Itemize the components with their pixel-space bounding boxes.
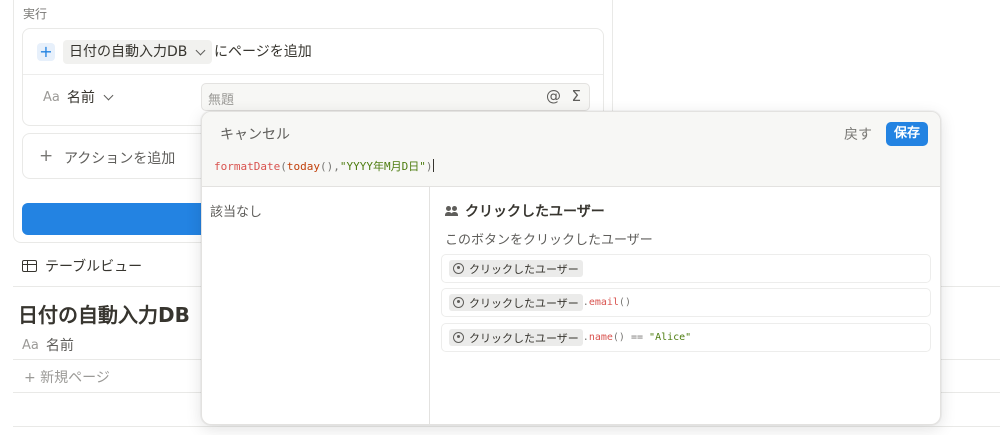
user-icon	[453, 297, 464, 308]
title-input[interactable]: 無題 @ Σ	[201, 83, 590, 111]
plus-icon[interactable]: +	[37, 43, 55, 61]
section-label: 実行	[23, 7, 48, 21]
column-header-label: 名前	[45, 338, 74, 354]
add-page-text: にページを追加	[214, 44, 312, 60]
new-page-button[interactable]: + 新規ページ	[24, 367, 110, 387]
table-icon	[22, 260, 37, 272]
database-title: 日付の自動入力DB	[18, 303, 190, 327]
formula-token: formatDate	[214, 160, 281, 173]
formula-icon[interactable]: Σ	[572, 87, 581, 105]
example-code: .name() == "Alice"	[583, 332, 691, 343]
cancel-button[interactable]: キャンセル	[220, 124, 290, 144]
detail-title-label: クリックしたユーザー	[465, 204, 605, 220]
example-row[interactable]: クリックしたユーザー .name() == "Alice"	[441, 323, 931, 352]
suggestion-detail: クリックしたユーザー このボタンをクリックしたユーザー クリックしたユーザー ク…	[431, 187, 940, 424]
formula-token: (	[280, 160, 287, 173]
column-header-name[interactable]: Aa 名前	[22, 335, 74, 355]
suggestion-list: 該当なし	[202, 187, 430, 424]
detail-description: このボタンをクリックしたユーザー	[445, 233, 653, 248]
user-chip-label: クリックしたユーザー	[469, 296, 579, 310]
code-token: "Alice"	[649, 332, 692, 343]
user-chip: クリックしたユーザー	[449, 260, 583, 277]
add-action-label: アクションを追加	[64, 151, 176, 167]
database-select-label: 日付の自動入力DB	[69, 44, 188, 60]
no-match-text: 該当なし	[210, 205, 263, 220]
formula-input[interactable]: formatDate(today(),"YYYY年M月D日")	[214, 158, 435, 174]
user-icon	[453, 332, 464, 343]
example-code: .email()	[583, 297, 631, 308]
divider	[13, 426, 1000, 427]
user-chip-label: クリックしたユーザー	[469, 262, 579, 276]
user-chip: クリックしたユーザー	[449, 294, 583, 311]
code-token: ()	[618, 297, 631, 308]
chevron-down-icon	[195, 45, 206, 55]
property-name-label: 名前	[66, 90, 95, 106]
formula-token: (),	[319, 160, 340, 173]
database-select[interactable]: 日付の自動入力DB	[63, 40, 213, 64]
user-chip: クリックしたユーザー	[449, 329, 583, 346]
code-token: email	[588, 297, 619, 308]
formula-editor-popup: キャンセル 戻す 保存 formatDate(today(),"YYYY年M月D…	[201, 111, 941, 425]
mention-icon[interactable]: @	[546, 87, 561, 105]
code-token: name	[588, 332, 613, 343]
user-chip-label: クリックしたユーザー	[469, 331, 579, 345]
formula-editor-header: キャンセル 戻す 保存 formatDate(today(),"YYYY年M月D…	[202, 112, 940, 187]
code-token: ==	[624, 332, 650, 343]
save-button[interactable]: 保存	[885, 122, 928, 146]
formula-token: )	[425, 160, 433, 173]
example-row[interactable]: クリックしたユーザー .email()	[441, 288, 931, 317]
text-type-icon: Aa	[22, 337, 39, 353]
text-caret	[433, 159, 435, 172]
title-placeholder: 無題	[208, 93, 235, 108]
detail-title: クリックしたユーザー	[445, 201, 605, 221]
tab-table-view[interactable]: テーブルビュー	[22, 256, 142, 276]
back-button[interactable]: 戻す	[844, 124, 872, 144]
chevron-down-icon	[103, 90, 114, 100]
user-icon	[453, 263, 464, 274]
tab-table-view-label: テーブルビュー	[45, 259, 143, 275]
action-header-row: + 日付の自動入力DB にページを追加	[23, 29, 603, 75]
property-name-select[interactable]: Aa 名前	[43, 87, 114, 107]
example-row[interactable]: クリックしたユーザー	[441, 254, 931, 283]
plus-icon: +	[39, 146, 54, 166]
formula-token: "YYYY年M月D日"	[339, 160, 426, 173]
formula-token: today	[286, 160, 320, 173]
people-icon	[445, 205, 459, 217]
text-type-icon: Aa	[43, 89, 60, 105]
code-token: ()	[612, 332, 625, 343]
